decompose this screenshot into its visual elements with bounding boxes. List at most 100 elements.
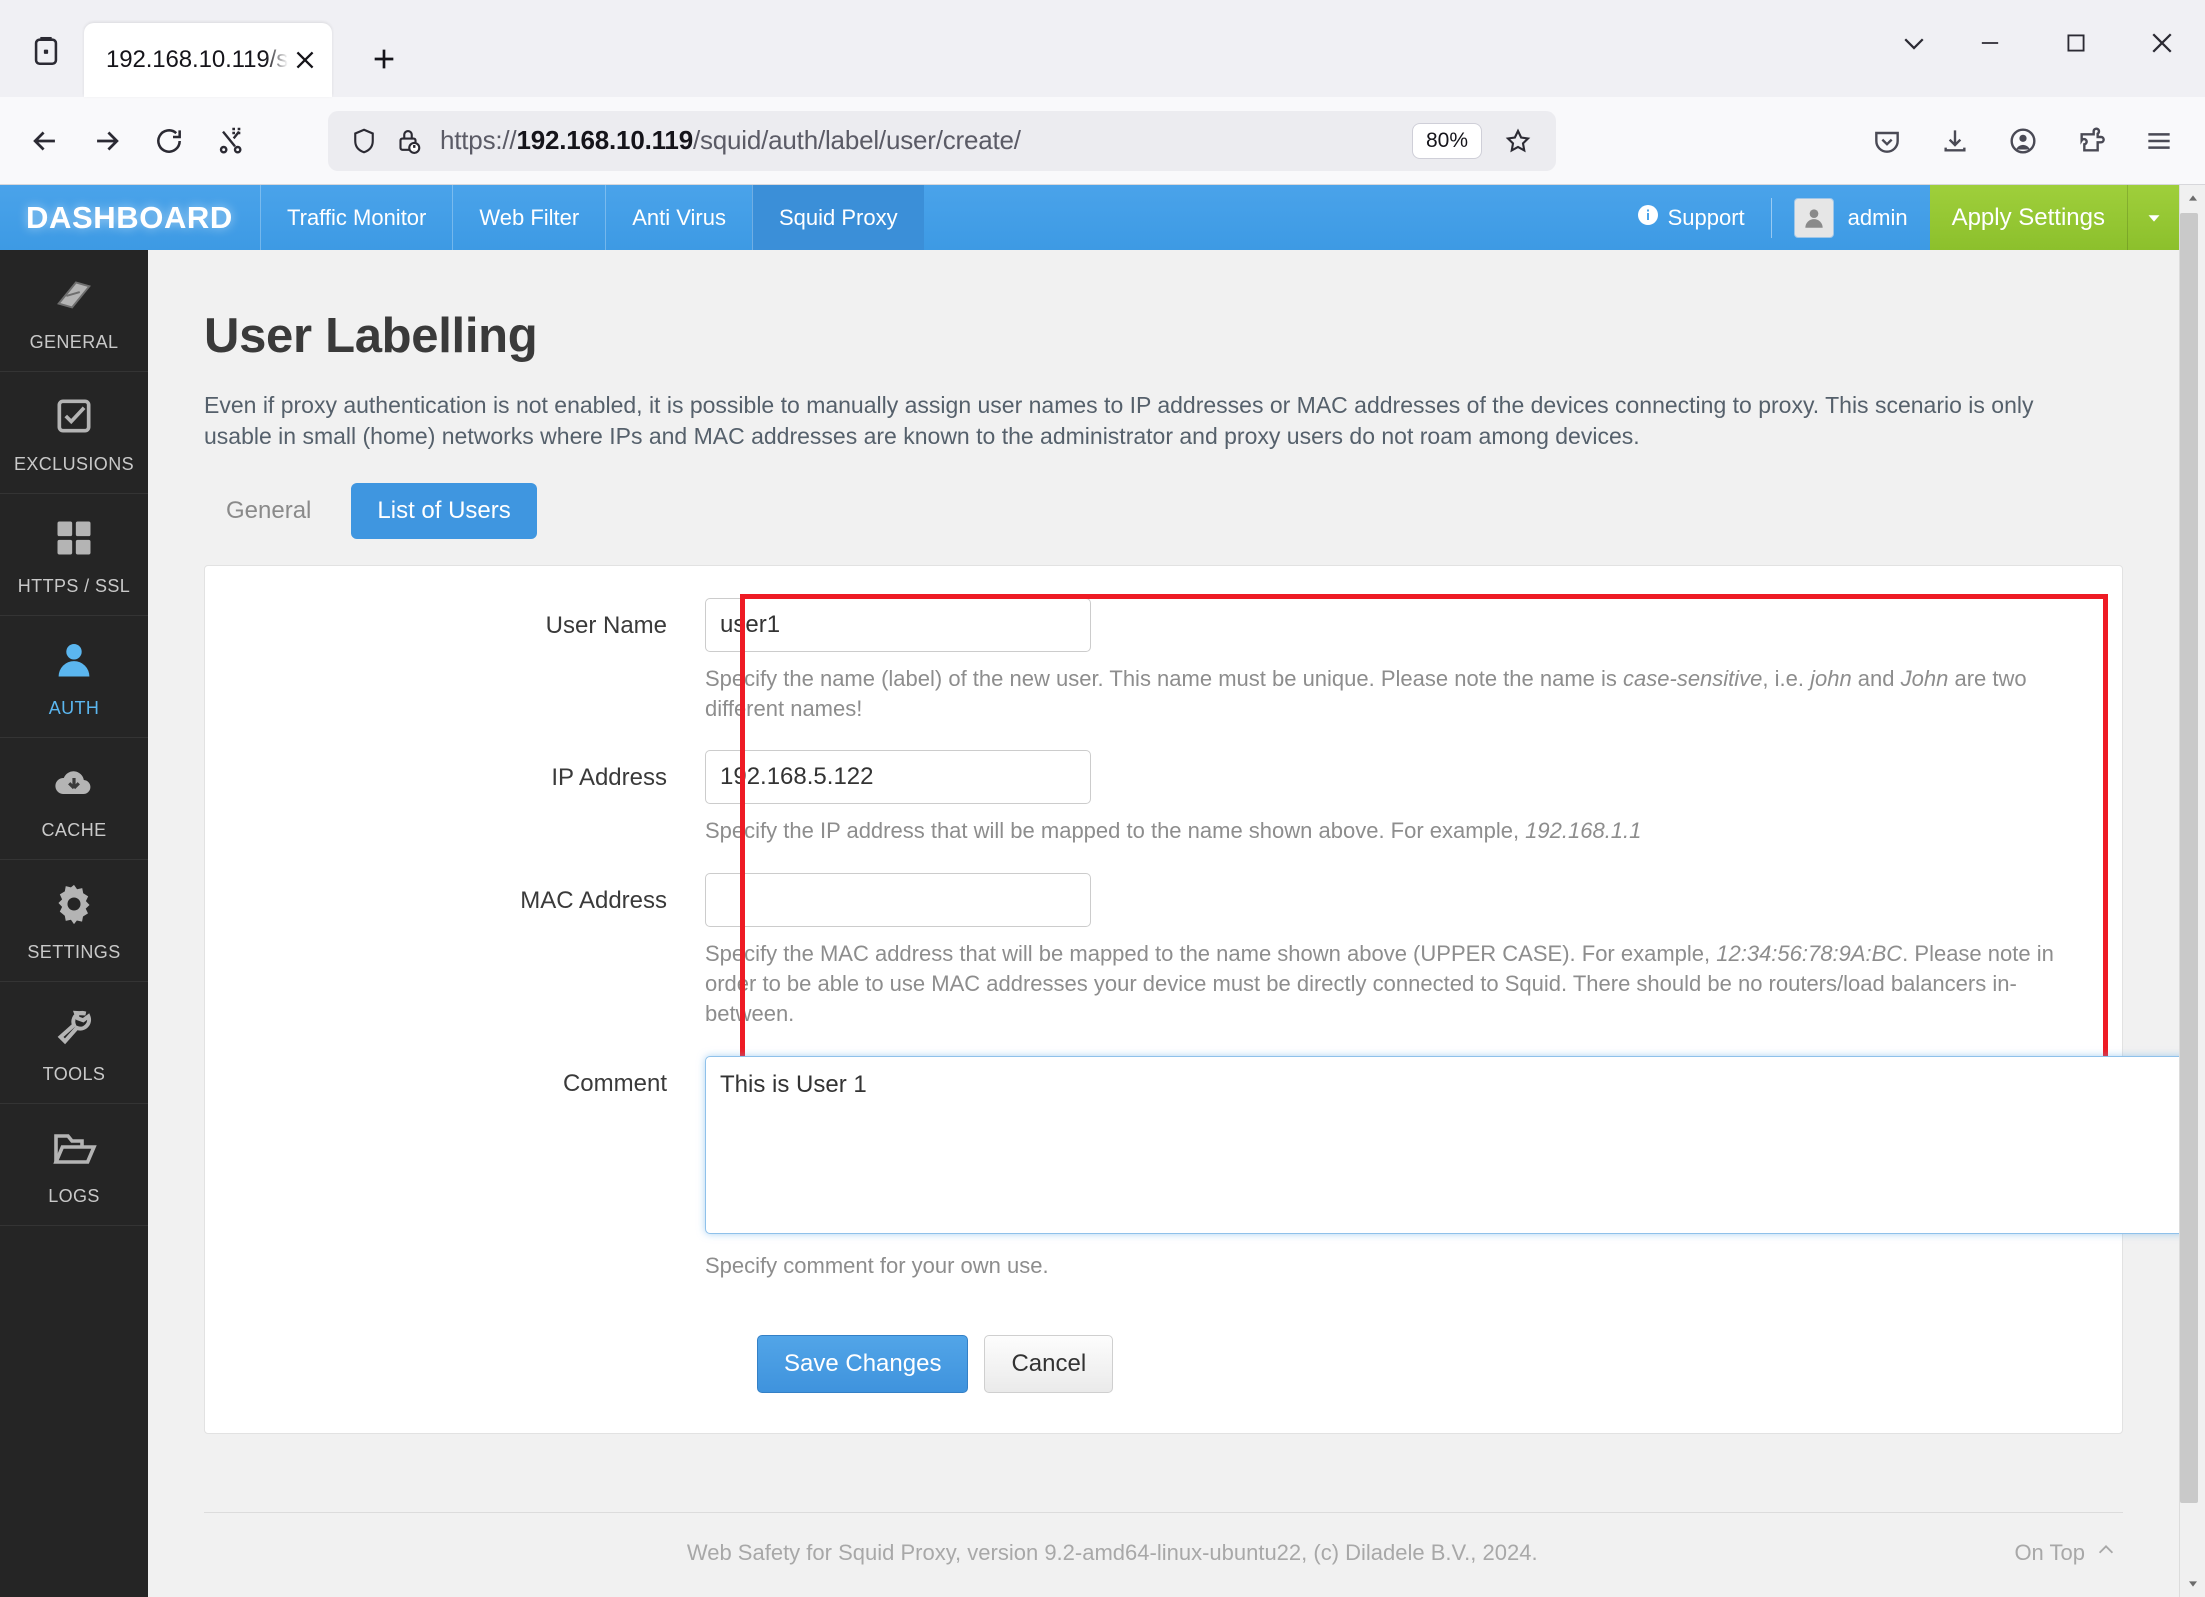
new-tab-button[interactable] xyxy=(354,29,414,89)
nav-traffic-monitor[interactable]: Traffic Monitor xyxy=(260,185,452,250)
scroll-up-icon[interactable] xyxy=(2180,185,2205,211)
url-text: https://192.168.10.119/squid/auth/label/… xyxy=(440,125,1412,156)
screenshot-icon[interactable] xyxy=(200,110,262,172)
ip-help-em1: 192.168.1.1 xyxy=(1525,818,1642,844)
lock-warning-icon[interactable] xyxy=(386,119,430,163)
form-buttons: Save Changes Cancel xyxy=(205,1335,2122,1394)
user-menu[interactable]: admin xyxy=(1772,197,1930,238)
sidebar-item-logs[interactable]: LOGS xyxy=(0,1104,148,1226)
shield-icon[interactable] xyxy=(342,119,386,163)
sidebar-item-label: HTTPS / SSL xyxy=(17,576,131,596)
page-title: User Labelling xyxy=(204,309,538,363)
scrollbar-track[interactable] xyxy=(2180,211,2205,1571)
mac-address-help: Specify the MAC address that will be map… xyxy=(705,939,2082,1030)
reload-icon[interactable] xyxy=(138,110,200,172)
tab-general[interactable]: General xyxy=(204,485,333,537)
cloud-download-icon xyxy=(50,756,98,808)
footer-text: Web Safety for Squid Proxy, version 9.2-… xyxy=(686,1540,1538,1565)
browser-tab[interactable]: 192.168.10.119/squid/auth/label/us xyxy=(84,23,332,97)
sidebar-item-tools[interactable]: TOOLS xyxy=(0,982,148,1104)
sidebar-item-auth[interactable]: AUTH xyxy=(0,616,148,738)
sidebar-item-label: TOOLS xyxy=(42,1064,106,1084)
comment-help: Specify comment for your own use. xyxy=(705,1252,1049,1278)
mac-address-label: MAC Address xyxy=(520,886,667,914)
user-label: admin xyxy=(1847,204,1908,230)
tab-title: 192.168.10.119/squid/auth/label/us xyxy=(106,46,288,73)
body-split: GENERAL EXCLUSIONS HTTPS / SSL AUTH CACH… xyxy=(0,250,2179,1597)
browser-window: 192.168.10.119/squid/auth/label/us xyxy=(0,0,2205,1597)
username-label: User Name xyxy=(545,611,667,639)
ip-address-field-wrap: Specify the IP address that will be mapp… xyxy=(705,750,2122,872)
support-label: Support xyxy=(1667,204,1745,230)
maximize-icon[interactable] xyxy=(2033,0,2119,86)
ip-help-part1: Specify the IP address that will be mapp… xyxy=(705,818,1526,844)
account-icon[interactable] xyxy=(1995,113,2051,169)
form-card: User Name Specify the name (label) of th… xyxy=(204,564,2179,1435)
tab-list-of-users[interactable]: List of Users xyxy=(351,482,537,539)
username-help-em2: john xyxy=(1810,665,1852,691)
sidebar-item-label: EXCLUSIONS xyxy=(13,454,135,474)
sidebar-item-exclusions[interactable]: EXCLUSIONS xyxy=(0,372,148,494)
sidebar-item-settings[interactable]: SETTINGS xyxy=(0,860,148,982)
forward-icon[interactable] xyxy=(76,110,138,172)
comment-textarea[interactable] xyxy=(705,1055,2179,1234)
toolbar-right-icons xyxy=(1859,113,2191,169)
page-scrollbar[interactable] xyxy=(2179,185,2205,1597)
nav-anti-virus[interactable]: Anti Virus xyxy=(605,185,752,250)
zoom-level-badge[interactable]: 80% xyxy=(1411,122,1482,159)
grid-icon xyxy=(52,512,96,564)
url-scheme: https:// xyxy=(440,125,517,155)
app-nav-right: Support admin Apply Settings xyxy=(1610,185,2179,250)
form-row-comment: Comment Specify comment for your own use… xyxy=(205,1055,2179,1307)
bookmark-star-icon[interactable] xyxy=(1494,117,1542,165)
sidebar-item-https-ssl[interactable]: HTTPS / SSL xyxy=(0,494,148,616)
menu-icon[interactable] xyxy=(2131,113,2187,169)
sidebar-item-label: GENERAL xyxy=(29,332,119,352)
username-help-part1: Specify the name (label) of the new user… xyxy=(705,665,1624,691)
comment-label: Comment xyxy=(562,1069,667,1097)
avatar xyxy=(1793,197,1834,238)
ip-address-label: IP Address xyxy=(551,764,667,792)
nav-web-filter[interactable]: Web Filter xyxy=(452,185,605,250)
url-path: /squid/auth/label/user/create/ xyxy=(692,125,1021,155)
app-top-nav: DASHBOARD Traffic Monitor Web Filter Ant… xyxy=(0,185,2179,250)
pocket-icon[interactable] xyxy=(1859,113,1915,169)
save-changes-button[interactable]: Save Changes xyxy=(757,1335,969,1394)
sidebar-item-label: AUTH xyxy=(48,698,100,718)
support-link[interactable]: Support xyxy=(1610,203,1771,233)
scrollbar-thumb xyxy=(2180,213,2198,1503)
close-icon[interactable] xyxy=(288,43,322,77)
close-window-icon[interactable] xyxy=(2119,0,2205,86)
firefox-view-button[interactable] xyxy=(8,15,84,87)
brand-dashboard[interactable]: DASHBOARD xyxy=(0,185,260,250)
minimize-icon[interactable] xyxy=(1947,0,2033,86)
apply-settings-button[interactable]: Apply Settings xyxy=(1929,185,2127,250)
sidebar: GENERAL EXCLUSIONS HTTPS / SSL AUTH CACH… xyxy=(0,250,148,1597)
page-description: Even if proxy authentication is not enab… xyxy=(204,392,2034,450)
nav-squid-proxy[interactable]: Squid Proxy xyxy=(751,185,924,250)
url-bar[interactable]: https://192.168.10.119/squid/auth/label/… xyxy=(328,110,1556,171)
mac-address-input[interactable] xyxy=(705,872,1091,927)
on-top-button[interactable]: On Top xyxy=(2014,1539,2117,1567)
page-footer: Web Safety for Squid Proxy, version 9.2-… xyxy=(204,1512,2123,1597)
extensions-icon[interactable] xyxy=(2063,113,2119,169)
main-content: User Labelling Even if proxy authenticat… xyxy=(148,250,2179,1597)
scroll-down-icon[interactable] xyxy=(2180,1571,2205,1597)
downloads-icon[interactable] xyxy=(1927,113,1983,169)
cancel-button[interactable]: Cancel xyxy=(984,1335,1114,1394)
sidebar-item-cache[interactable]: CACHE xyxy=(0,738,148,860)
folder-icon xyxy=(50,1122,98,1174)
sidebar-item-general[interactable]: GENERAL xyxy=(0,250,148,372)
ip-address-input[interactable] xyxy=(705,750,1091,805)
tab-list-chevron-icon[interactable] xyxy=(1881,0,1947,86)
username-input[interactable] xyxy=(705,597,1091,652)
username-field-wrap: Specify the name (label) of the new user… xyxy=(705,597,2122,751)
on-top-label: On Top xyxy=(2014,1540,2085,1565)
gear-icon xyxy=(51,878,97,930)
wrench-icon xyxy=(51,1000,97,1052)
book-icon xyxy=(51,268,97,320)
sidebar-item-label: LOGS xyxy=(48,1186,100,1206)
username-help-part2: , i.e. xyxy=(1762,665,1811,691)
apply-settings-caret-icon[interactable] xyxy=(2127,185,2179,250)
back-icon[interactable] xyxy=(14,110,76,172)
